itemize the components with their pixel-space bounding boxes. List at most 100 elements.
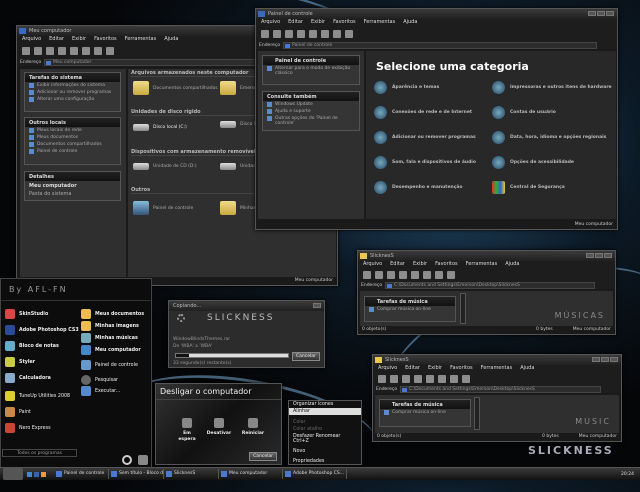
user-docs-item[interactable]: Emerson [220,81,260,95]
desktop-icon[interactable] [27,471,32,477]
title-bar[interactable]: SlicknesS [358,251,615,261]
category-sound[interactable]: Som, fala e dispositivos de áudio [374,156,476,169]
panel-title[interactable]: Tarefas de música [365,297,455,306]
menu-editar[interactable]: Editar [405,365,420,373]
panel-title[interactable]: Painel de controle [263,56,359,65]
menu-ferramentas[interactable]: Ferramentas [466,261,498,269]
up-folder-icon[interactable] [402,375,410,383]
menu-editar[interactable]: Editar [390,261,405,269]
category-date-time[interactable]: Data, hora, idioma e opções regionais [492,131,606,144]
standby-button[interactable]: Em espera [174,418,200,442]
category-users[interactable]: Contas de usuário [492,106,556,119]
close-button[interactable] [604,253,612,258]
maximize-button[interactable] [597,11,605,16]
copy-icon[interactable] [435,271,443,279]
minimize-button[interactable] [588,11,596,16]
close-button[interactable] [313,303,321,308]
my-documents-link[interactable]: Meus documentos [81,309,144,319]
panel-title[interactable]: Consulte também [263,92,359,101]
taskbar-notepad[interactable]: Sem título - Bloco de ... [109,469,164,479]
shutdown-icon[interactable] [138,455,148,465]
classic-view-link[interactable]: Alternar para o modo de exibição clássic… [263,65,359,77]
panel-title[interactable]: Detalhes [25,172,120,181]
menu-arquivo[interactable]: Arquivo [363,261,382,269]
category-printers[interactable]: Impressoras e outros itens de hardware [492,81,612,94]
start-button[interactable] [3,468,23,480]
check-icon[interactable] [82,47,90,55]
title-bar[interactable]: SlicknesS [373,355,621,365]
maximize-button[interactable] [595,253,603,258]
menu-favoritos[interactable]: Favoritos [450,365,473,373]
address-input[interactable]: C:\Documents and Settings\Emerson\Deskto… [385,281,595,289]
panel-title[interactable]: Tarefas de música [380,400,470,409]
taskbar-slickness[interactable]: SlicknesS [164,469,219,479]
title-bar[interactable]: Copiando... [169,301,324,311]
explorer-icon[interactable] [34,471,39,477]
views-icon[interactable] [106,47,114,55]
folders-icon[interactable] [411,271,419,279]
task-link[interactable]: Alterar uma configuração [25,96,120,103]
other-options-link[interactable]: Outras opções do 'Painel de controle' [263,115,359,127]
copy-icon[interactable] [450,375,458,383]
search-link[interactable]: Pesquisar [81,375,118,385]
program-notepad[interactable]: Bloco de notas [5,341,59,351]
menu-item-align[interactable]: Alinhar [289,408,361,415]
menu-editar[interactable]: Editar [288,19,303,27]
task-link[interactable]: Exibir informações do sistema [25,82,120,89]
search-icon[interactable] [297,30,305,38]
menu-ajuda[interactable]: Ajuda [164,36,178,44]
task-link[interactable]: Adicionar ou remover programas [25,89,120,96]
title-bar[interactable]: Painel de controle [256,9,617,19]
maximize-button[interactable] [601,357,609,362]
local-disk-c-item[interactable]: Disco local (C:) [133,124,187,131]
folders-icon[interactable] [309,30,317,38]
close-button[interactable] [610,357,618,362]
forward-icon[interactable] [273,30,281,38]
turn-off-button[interactable]: Desativar [206,418,232,436]
panel-title[interactable]: Tarefas do sistema [25,73,120,82]
search-icon[interactable] [58,47,66,55]
my-computer-link[interactable]: Meu computador [81,345,141,355]
back-icon[interactable] [363,271,371,279]
place-link[interactable]: Meus documentos [25,134,120,141]
up-folder-icon[interactable] [46,47,54,55]
menu-favoritos[interactable]: Favoritos [435,261,458,269]
control-panel-item[interactable]: Painel de controle [133,201,193,215]
menu-editar[interactable]: Editar [49,36,64,44]
forward-icon[interactable] [375,271,383,279]
restart-button[interactable]: Reiniciar [240,418,266,436]
menu-ferramentas[interactable]: Ferramentas [125,36,157,44]
menu-item-paste[interactable]: Colar [289,419,361,426]
menu-favoritos[interactable]: Favoritos [94,36,117,44]
menu-ferramentas[interactable]: Ferramentas [481,365,513,373]
forward-icon[interactable] [34,47,42,55]
all-programs-button[interactable]: Todos os programas [2,449,77,457]
forward-icon[interactable] [390,375,398,383]
cancel-button[interactable]: Cancelar [292,352,320,361]
buy-music-link[interactable]: Comprar música on-line [365,306,455,313]
program-nero[interactable]: Nero Express [5,423,51,433]
program-photoshop[interactable]: Adobe Photoshop CS3 [5,325,79,335]
control-panel-link[interactable]: Painel de controle [81,360,138,370]
category-add-remove[interactable]: Adicionar ou remover programas [374,131,476,144]
help-link[interactable]: Ajuda e suporte [263,108,359,115]
media-icon[interactable] [41,471,46,477]
menu-item-paste-shortcut[interactable]: Colar atalho [289,426,361,433]
menu-exibir[interactable]: Exibir [413,261,427,269]
my-music-link[interactable]: Minhas músicas [81,333,138,343]
folders-icon[interactable] [426,375,434,383]
menu-item-undo-rename[interactable]: Desfazer Renomear Ctrl+Z [289,433,361,445]
menu-ferramentas[interactable]: Ferramentas [364,19,396,27]
views-icon[interactable] [462,375,470,383]
category-performance[interactable]: Desempenho e manutenção [374,181,463,194]
category-appearance[interactable]: Aparência e temas [374,81,439,94]
menu-arquivo[interactable]: Arquivo [261,19,280,27]
log-off-icon[interactable] [122,455,132,465]
menu-item-arrange-icons[interactable]: Organizar ícones [289,401,361,408]
category-security[interactable]: Central de Segurança [492,181,565,194]
address-input[interactable]: Painel de controle [283,41,597,49]
check-icon[interactable] [321,30,329,38]
menu-item-properties[interactable]: Propriedades [289,458,361,465]
up-folder-icon[interactable] [285,30,293,38]
search-icon[interactable] [414,375,422,383]
